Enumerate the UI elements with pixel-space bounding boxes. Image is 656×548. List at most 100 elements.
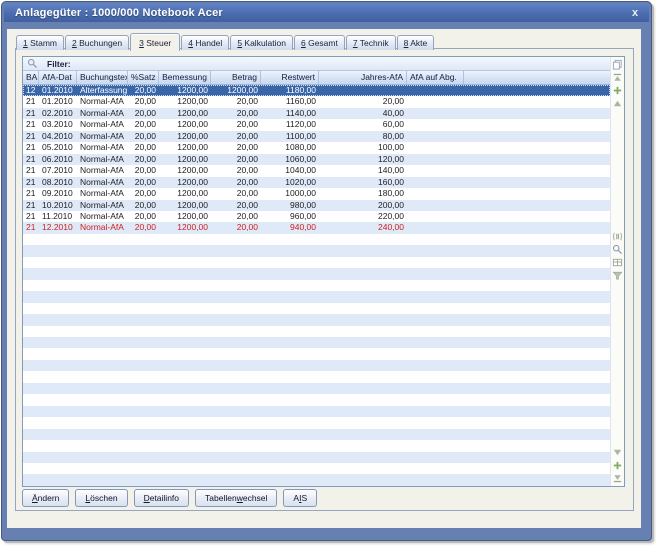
detailinfo-button[interactable]: Detailinfo xyxy=(133,489,190,507)
col-width-icon[interactable] xyxy=(612,231,623,242)
cell xyxy=(464,234,610,245)
table-row-empty[interactable] xyxy=(23,314,610,326)
cell: 1200,00 xyxy=(177,130,208,141)
table-row-empty[interactable] xyxy=(23,462,610,475)
insert-plus-icon[interactable] xyxy=(612,85,623,96)
ändern-button[interactable]: Ändern xyxy=(22,489,70,507)
table-row[interactable]: 21 11.2010 Normal-AfA 20,00 1200,00 20,00 960,… xyxy=(23,210,610,223)
column-header-buchungstext[interactable]: Buchungstext xyxy=(77,71,128,84)
cell: 01.2010 xyxy=(42,85,73,95)
table-row-empty[interactable] xyxy=(23,428,610,441)
table-row[interactable]: 21 04.2010 Normal-AfA 20,00 1200,00 20,00 1100… xyxy=(23,130,610,143)
table-row[interactable]: 21 08.2010 Normal-AfA 20,00 1200,00 20,00 1020… xyxy=(23,176,610,189)
cell xyxy=(159,440,211,451)
tabellenwechsel-button[interactable]: Tabellenwechsel xyxy=(195,489,278,507)
table-row-empty[interactable] xyxy=(23,371,610,383)
table-row-empty[interactable] xyxy=(23,348,610,360)
column-header-restwert[interactable]: Restwert xyxy=(261,71,319,84)
cell xyxy=(211,452,261,463)
tab-gesamt[interactable]: 6 Gesamt xyxy=(294,35,345,50)
löschen-button[interactable]: Löschen xyxy=(75,489,128,507)
table-row-empty[interactable] xyxy=(23,440,610,452)
insert-plus-icon[interactable] xyxy=(612,460,623,471)
table-row-empty[interactable] xyxy=(23,291,610,303)
table-row[interactable]: 21 06.2010 Normal-AfA 20,00 1200,00 20,00 1060… xyxy=(23,153,610,166)
ais-button[interactable]: AIS xyxy=(283,489,318,507)
table-icon[interactable] xyxy=(612,257,623,268)
scroll-bottom-icon[interactable] xyxy=(612,473,623,484)
table-row[interactable]: 21 03.2010 Normal-AfA 20,00 1200,00 20,00 1120… xyxy=(23,119,610,131)
cell xyxy=(77,303,128,314)
column-header-bemessung[interactable]: Bemessung xyxy=(159,71,211,84)
tab-kalkulation[interactable]: 5 Kalkulation xyxy=(230,35,293,50)
column-header-filler[interactable] xyxy=(464,71,610,84)
tab-handel[interactable]: 4 Handel xyxy=(181,35,230,50)
cell xyxy=(407,383,464,394)
table-row[interactable]: 21 09.2010 Normal-AfA 20,00 1200,00 20,00 1000… xyxy=(23,188,610,200)
table-row-empty[interactable] xyxy=(23,382,610,395)
cell xyxy=(39,383,77,394)
table-row-empty[interactable] xyxy=(23,233,610,246)
search-icon[interactable] xyxy=(27,58,38,69)
column-header-ba[interactable]: BA xyxy=(23,71,39,84)
table-row-empty[interactable] xyxy=(23,474,610,486)
table-row-empty[interactable] xyxy=(23,451,610,463)
table-row-empty[interactable] xyxy=(23,268,610,280)
cell xyxy=(77,268,128,279)
cell xyxy=(39,337,77,348)
cell: 1200,00 xyxy=(177,176,208,187)
table-row-empty[interactable] xyxy=(23,325,610,337)
column-header-afa-auf-abg-[interactable]: AfA auf Abg. xyxy=(407,71,464,84)
window: Anlagegüter : 1000/000 Notebook Acer x 1… xyxy=(1,1,652,541)
cell xyxy=(261,291,319,302)
table-row[interactable]: 21 01.2010 Normal-AfA 20,00 1200,00 20,00 1160… xyxy=(23,96,610,108)
tab-stamm[interactable]: 1 Stamm xyxy=(16,35,65,50)
cell xyxy=(319,303,407,314)
table-row-empty[interactable] xyxy=(23,279,610,292)
cell xyxy=(159,429,211,440)
copy-icon[interactable] xyxy=(612,59,623,70)
tab-technik[interactable]: 7 Technik xyxy=(345,35,396,50)
cell xyxy=(407,452,464,463)
table-row-empty[interactable] xyxy=(23,359,610,372)
table-row-empty[interactable] xyxy=(23,256,610,269)
table-row[interactable]: 21 12.2010 Normal-AfA 20,00 1200,00 20,00 940,… xyxy=(23,222,610,234)
scroll-down-icon[interactable] xyxy=(612,447,623,458)
table-row[interactable]: 21 07.2010 Normal-AfA 20,00 1200,00 20,00 1040… xyxy=(23,165,610,177)
column-header-betrag[interactable]: Betrag xyxy=(211,71,261,84)
table-row-empty[interactable] xyxy=(23,245,610,257)
cell xyxy=(39,326,77,337)
table-row[interactable]: 12 01.2010 Alterfassung 20,00 1200,00 1200,00… xyxy=(23,85,610,97)
table-row-empty[interactable] xyxy=(23,394,610,406)
tab-buchungen[interactable]: 2 Buchungen xyxy=(65,35,130,50)
tab-akte[interactable]: 8 Akte xyxy=(396,35,435,50)
table-row-empty[interactable] xyxy=(23,336,610,349)
cell: 11.2010 xyxy=(42,210,73,221)
table-row[interactable]: 21 10.2010 Normal-AfA 20,00 1200,00 20,00 980,… xyxy=(23,199,610,211)
cell xyxy=(23,417,39,428)
cell xyxy=(23,474,39,485)
funnel-icon[interactable] xyxy=(612,270,623,281)
search-icon[interactable] xyxy=(612,244,623,255)
scroll-up-icon[interactable] xyxy=(612,98,623,109)
cell xyxy=(464,291,610,302)
scroll-top-icon[interactable] xyxy=(612,72,623,83)
table-row-empty[interactable] xyxy=(23,405,610,418)
column-header-jahres-afa[interactable]: Jahres-AfA xyxy=(319,71,407,84)
close-icon[interactable]: x xyxy=(628,7,642,20)
table-row-empty[interactable] xyxy=(23,302,610,315)
cell xyxy=(211,348,261,359)
column-header-afa-dat[interactable]: AfA-Dat xyxy=(39,71,77,84)
cell xyxy=(464,280,610,291)
cell: 21 xyxy=(26,210,36,221)
table-row[interactable]: 21 05.2010 Normal-AfA 20,00 1200,00 20,00 1080… xyxy=(23,142,610,154)
cell: 21 xyxy=(26,96,36,107)
column-header--satz[interactable]: %Satz xyxy=(128,71,159,84)
cell xyxy=(261,417,319,428)
table-row[interactable]: 21 02.2010 Normal-AfA 20,00 1200,00 20,00 1140… xyxy=(23,107,610,120)
cell: 200,00 xyxy=(378,199,404,210)
table-row-empty[interactable] xyxy=(23,417,610,429)
cell xyxy=(77,383,128,394)
tab-steuer[interactable]: 3 Steuer xyxy=(130,33,181,51)
data-grid: Filter: BA AfA-Dat Buchungstext %Satz Bemess… xyxy=(22,56,625,487)
